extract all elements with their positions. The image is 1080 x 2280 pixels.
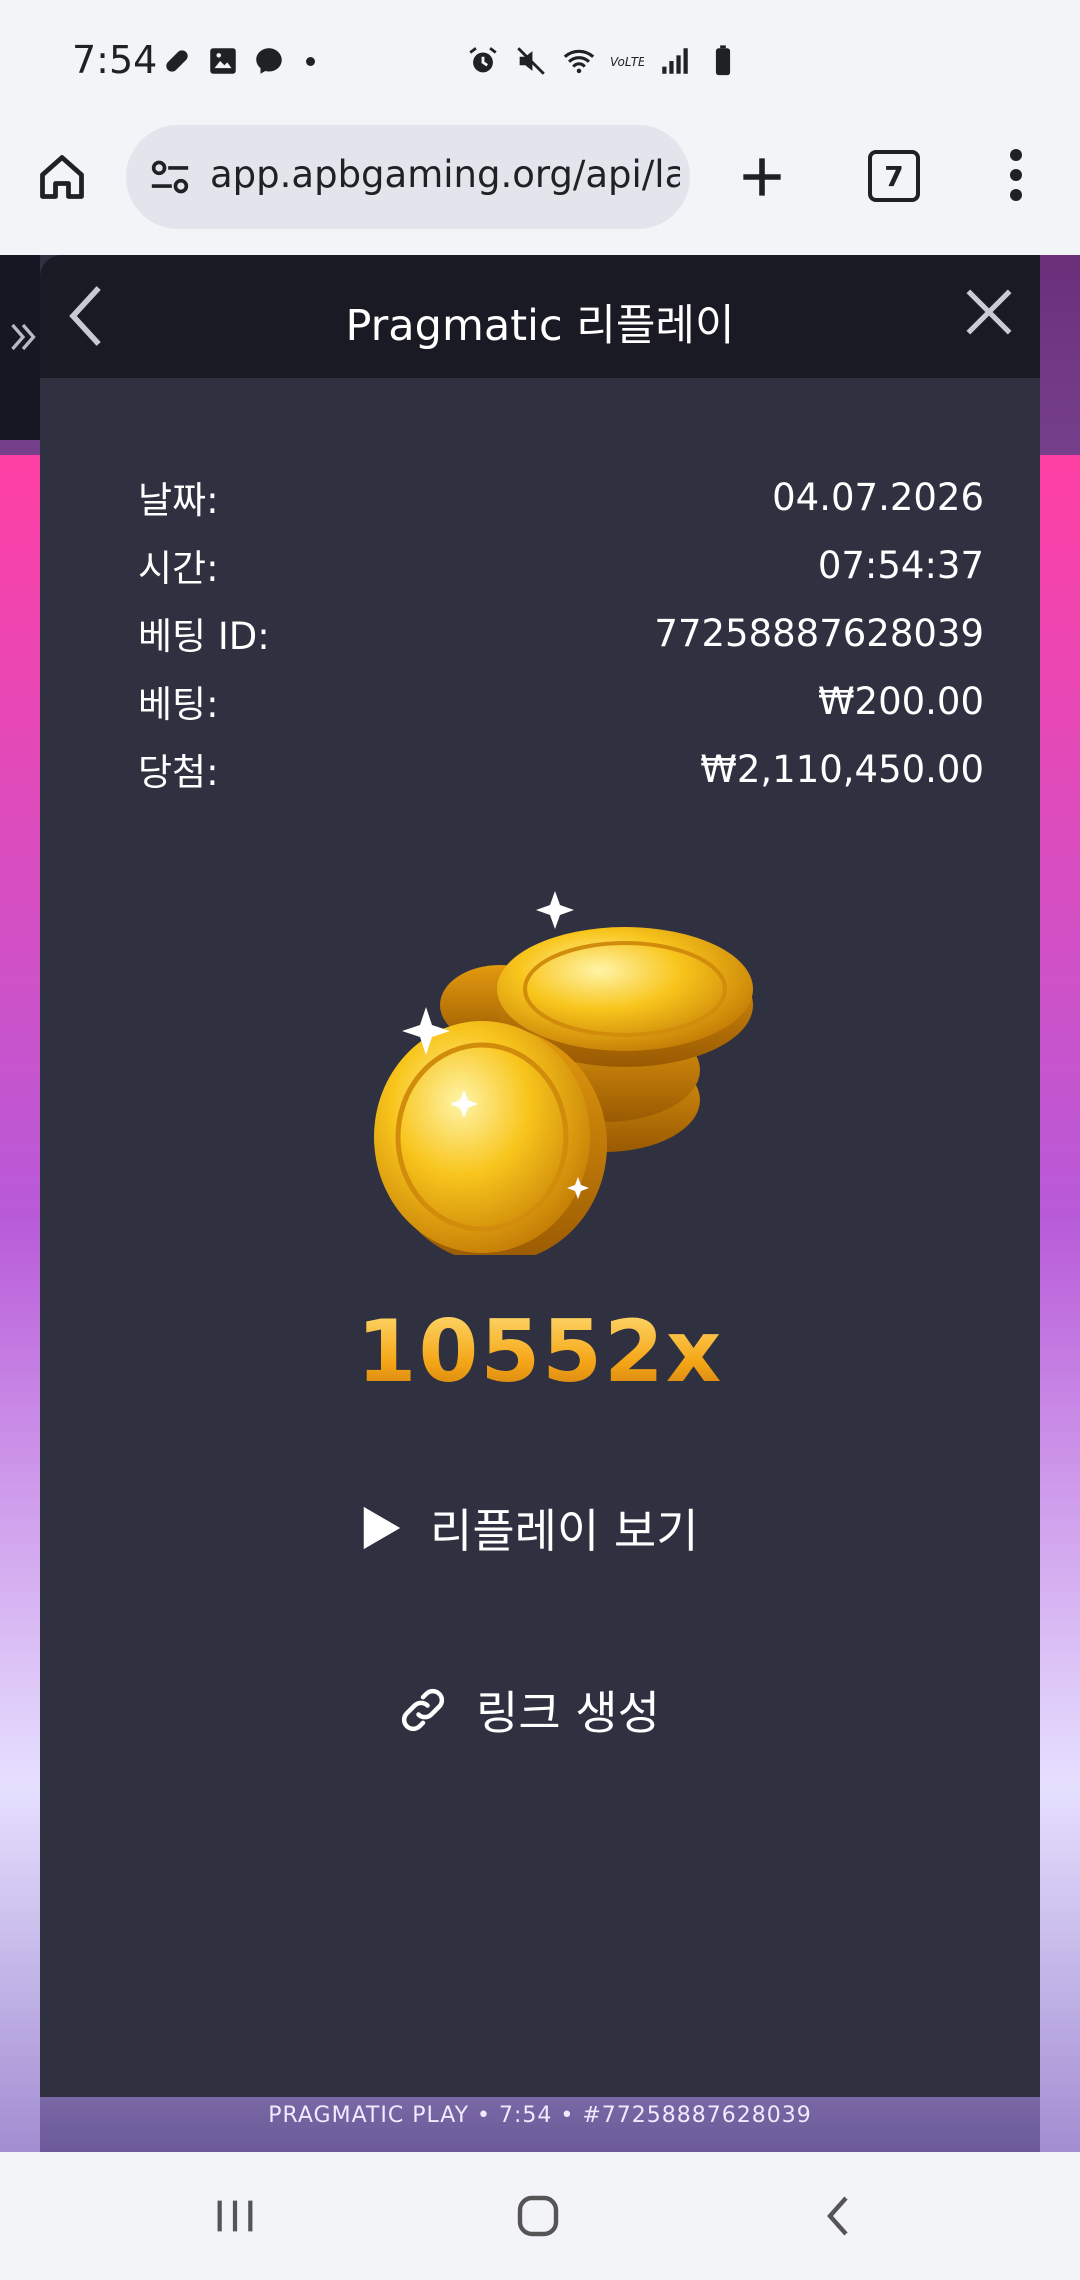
- volte-icon: VoLTE: [610, 44, 644, 78]
- info-value: 07:54:37: [817, 543, 984, 587]
- back-nav-button[interactable]: [822, 2192, 854, 2240]
- battery-icon: [706, 44, 740, 78]
- wifi-icon: [562, 44, 596, 78]
- info-row-date: 날짜: 04.07.2026: [138, 463, 984, 531]
- pill-icon: [160, 44, 194, 78]
- panel-header: Pragmatic 리플레이: [40, 255, 1040, 378]
- image-icon: [206, 44, 240, 78]
- status-bar: 7:54 VoLTE: [0, 0, 1080, 125]
- info-row-time: 시간: 07:54:37: [138, 531, 984, 599]
- play-icon: [363, 1506, 401, 1550]
- create-link-label: 링크 생성: [476, 1686, 660, 1740]
- alarm-icon: [466, 44, 500, 78]
- gold-coins-icon: [350, 885, 770, 1263]
- info-label: 날짜:: [138, 479, 219, 522]
- more-notifications-dot: [306, 56, 315, 66]
- messenger-icon: [252, 44, 286, 78]
- system-icons: VoLTE: [466, 44, 740, 78]
- info-value: 04.07.2026: [772, 475, 984, 519]
- info-label: 시간:: [138, 547, 219, 590]
- browser-menu-button[interactable]: [996, 145, 1036, 205]
- recent-apps-icon: [217, 2200, 253, 2232]
- site-settings-icon[interactable]: [148, 157, 192, 197]
- panel-title: Pragmatic 리플레이: [345, 301, 735, 351]
- win-multiplier: 10552x: [40, 1302, 1040, 1402]
- info-row-win: 당첨: ₩2,110,450.00: [138, 735, 984, 803]
- home-square-icon: [517, 2195, 559, 2237]
- mute-icon: [514, 44, 548, 78]
- link-icon: [401, 1688, 445, 1732]
- recent-apps-button[interactable]: [212, 2196, 258, 2236]
- close-icon: [966, 289, 1012, 335]
- back-chevron-icon: [827, 2196, 848, 2236]
- info-label: 베팅 ID:: [138, 615, 270, 658]
- double-chevron-right-icon: [11, 323, 36, 351]
- more-vert-icon: [1010, 149, 1022, 201]
- info-row-bet: 베팅: ₩200.00: [138, 667, 984, 735]
- plus-icon: [743, 158, 781, 196]
- signal-icon: [658, 44, 692, 78]
- info-value: 77258887628039: [654, 611, 984, 655]
- url-text[interactable]: app.apbgaming.org/api/lau: [210, 153, 680, 196]
- info-value: ₩200.00: [817, 679, 984, 723]
- create-link-button[interactable]: 링크 생성: [396, 1677, 660, 1743]
- view-replay-label: 리플레이 보기: [430, 1504, 699, 1558]
- game-footer-text: PRAGMATIC PLAY • 7:54 • #77258887628039: [268, 2103, 812, 2128]
- notification-icons: [160, 44, 315, 78]
- home-icon: [40, 155, 84, 199]
- home-button[interactable]: [36, 151, 88, 203]
- game-frame-right: [1040, 455, 1080, 2152]
- tab-switcher-button[interactable]: 7: [868, 150, 920, 202]
- info-row-bet-id: 베팅 ID: 77258887628039: [138, 599, 984, 667]
- info-value: ₩2,110,450.00: [700, 747, 984, 791]
- close-button[interactable]: [958, 281, 1020, 343]
- info-label: 베팅:: [138, 683, 219, 726]
- svg-text:VoLTE: VoLTE: [610, 55, 644, 69]
- address-bar[interactable]: app.apbgaming.org/api/lau: [126, 125, 690, 229]
- new-tab-button[interactable]: [734, 149, 790, 205]
- game-frame-left: [0, 455, 40, 2152]
- home-nav-button[interactable]: [514, 2192, 562, 2240]
- view-replay-button[interactable]: 리플레이 보기: [358, 1495, 699, 1561]
- system-navigation-bar: [0, 2152, 1080, 2280]
- browser-toolbar: app.apbgaming.org/api/lau 7: [0, 125, 1080, 255]
- replay-panel: Pragmatic 리플레이 날짜: 04.07.2026 시간: 07:54:…: [40, 255, 1040, 2097]
- info-label: 당첨:: [138, 751, 219, 794]
- status-time: 7:54: [72, 38, 158, 82]
- bet-info-table: 날짜: 04.07.2026 시간: 07:54:37 베팅 ID: 77258…: [138, 463, 984, 803]
